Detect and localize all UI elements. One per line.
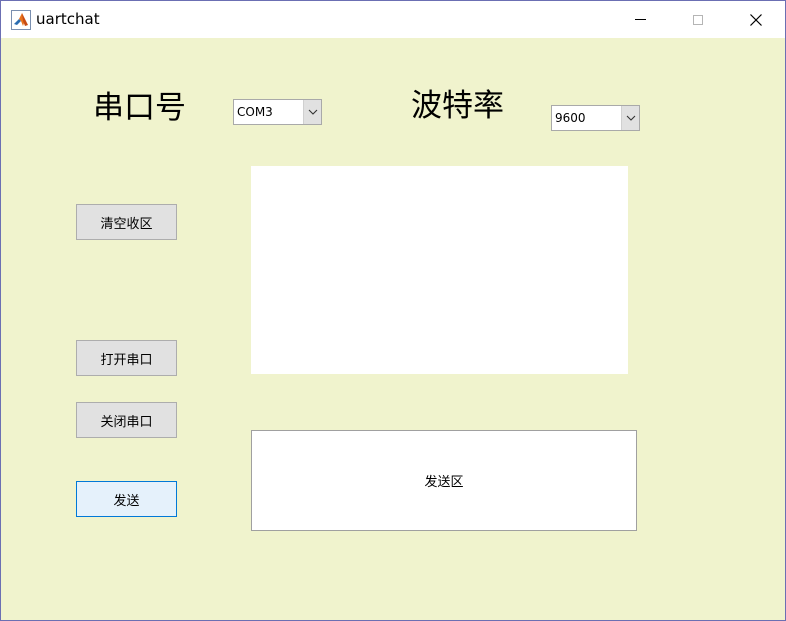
chevron-down-icon[interactable] xyxy=(303,100,321,124)
receive-area[interactable] xyxy=(251,166,628,374)
matlab-icon xyxy=(11,10,31,30)
maximize-button[interactable] xyxy=(669,1,727,38)
window-title: uartchat xyxy=(36,10,100,28)
send-area-text: 发送区 xyxy=(424,475,464,490)
baud-select[interactable]: 9600 xyxy=(551,105,640,131)
title-bar: uartchat xyxy=(1,1,785,38)
minimize-icon xyxy=(634,19,646,20)
send-button[interactable]: 发送 xyxy=(76,481,177,517)
send-area[interactable]: 发送区 xyxy=(251,430,637,531)
close-button[interactable] xyxy=(727,1,785,38)
baud-select-value: 9600 xyxy=(555,111,586,125)
baud-label: 波特率 xyxy=(411,88,504,124)
open-port-button[interactable]: 打开串口 xyxy=(76,340,177,376)
chevron-down-icon[interactable] xyxy=(621,106,639,130)
clear-receive-button[interactable]: 清空收区 xyxy=(76,204,177,240)
port-select-value: COM3 xyxy=(237,105,273,119)
close-port-button[interactable]: 关闭串口 xyxy=(76,402,177,438)
maximize-icon xyxy=(693,14,703,25)
port-select[interactable]: COM3 xyxy=(233,99,322,125)
app-window: uartchat 串口号 波特率 COM3 9600 清空收区 打开串口 关闭串… xyxy=(0,0,786,621)
port-label: 串口号 xyxy=(93,90,186,126)
close-icon xyxy=(750,13,762,26)
minimize-button[interactable] xyxy=(611,1,669,38)
